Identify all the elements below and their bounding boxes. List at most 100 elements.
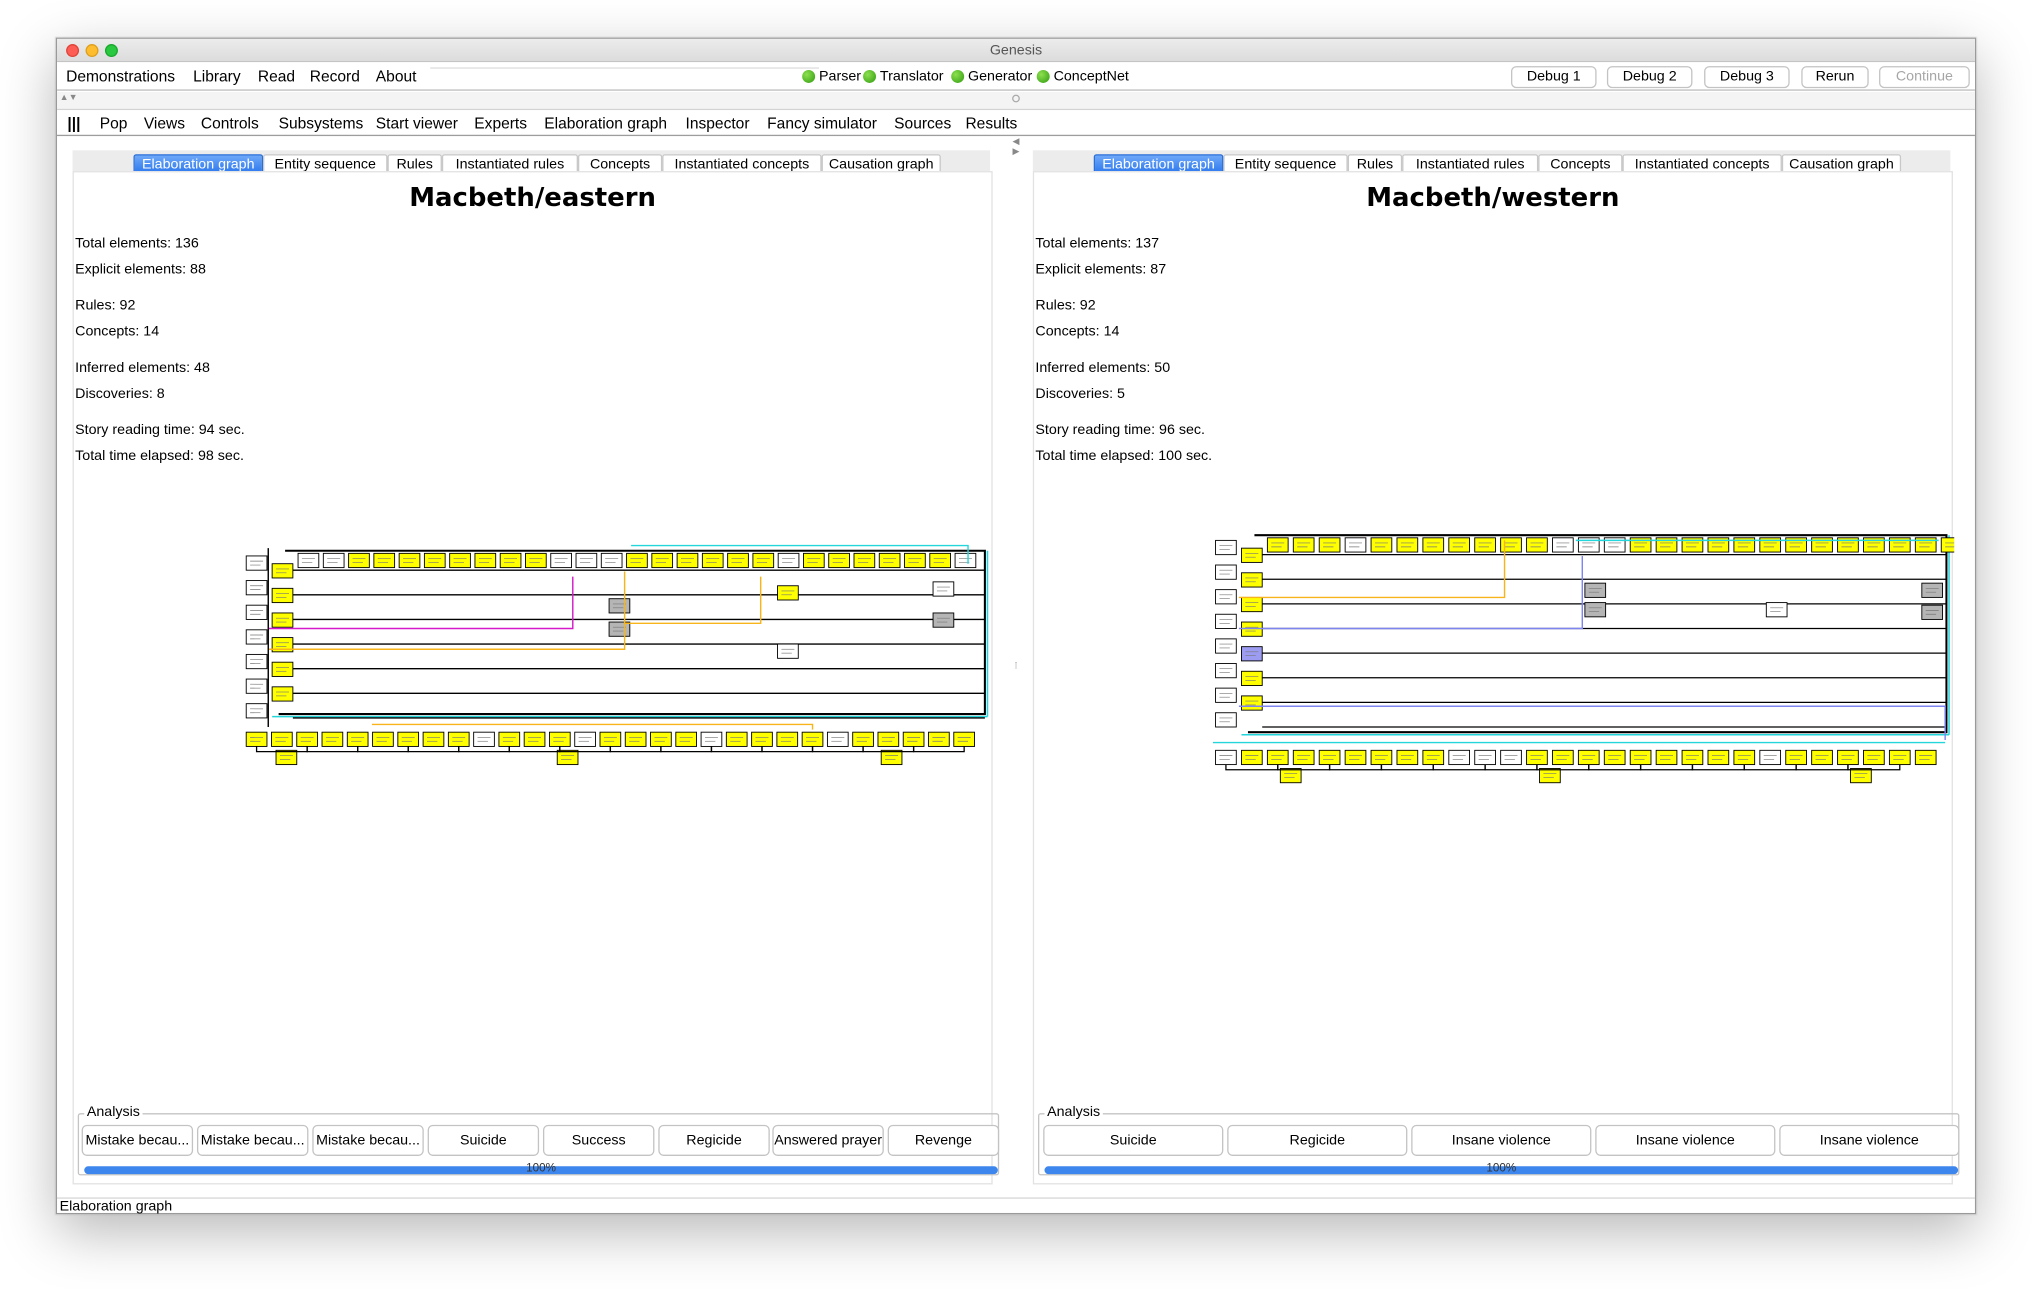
graph-node — [397, 731, 420, 747]
graph-edge — [1639, 764, 1694, 771]
analysis-group: Analysis Mistake becau... Mistake becau.… — [77, 1104, 1000, 1176]
minimize-icon[interactable] — [85, 44, 99, 58]
graph-edge — [912, 746, 965, 753]
graph-node — [523, 731, 546, 747]
graph-node — [1539, 768, 1561, 784]
submenu-controls[interactable]: Controls — [201, 114, 259, 132]
zoom-icon[interactable] — [104, 44, 118, 58]
graph-node — [1888, 749, 1911, 766]
split-divider[interactable]: ▲▼ — [57, 92, 1975, 111]
graph-node — [499, 552, 522, 569]
debug-1-button[interactable]: Debug 1 — [1511, 66, 1597, 89]
menu-read[interactable]: Read — [258, 67, 295, 85]
graph-edge — [1484, 764, 1538, 771]
graph-node — [880, 749, 903, 766]
analysis-button[interactable]: Insane violence — [1411, 1124, 1592, 1156]
graph-node — [245, 731, 268, 747]
analysis-button[interactable]: Regicide — [1227, 1124, 1408, 1156]
graph-edge — [268, 576, 574, 630]
graph-node — [1765, 602, 1788, 618]
menu-about[interactable]: About — [376, 67, 417, 85]
submenu-views[interactable]: Views — [144, 114, 185, 132]
analysis-button[interactable]: Suicide — [1043, 1124, 1224, 1156]
graph-node — [1241, 646, 1263, 662]
graph-node — [1500, 537, 1522, 553]
submenu-inspector[interactable]: Inspector — [686, 114, 750, 132]
graph-node — [1603, 749, 1626, 766]
submenu-results[interactable]: Results — [965, 114, 1017, 132]
submenu-pop[interactable]: Pop — [100, 114, 128, 132]
submenu-fancy-simulator[interactable]: Fancy simulator — [767, 114, 877, 132]
graph-node — [422, 731, 445, 747]
status-conceptnet: ConceptNet — [1036, 69, 1129, 84]
submenu-sources[interactable]: Sources — [894, 114, 951, 132]
menu-demonstrations[interactable]: Demonstrations — [66, 67, 175, 85]
graph-edge — [1795, 764, 1849, 771]
elaboration-graph-view: Macbeth/eastern Total elements: 136 Expl… — [72, 171, 1000, 1185]
graph-node — [1785, 749, 1807, 766]
graph-node — [245, 555, 268, 571]
graph-edge — [458, 746, 510, 753]
graph-node — [322, 552, 345, 569]
drag-handle-icon[interactable]: ||| — [67, 114, 80, 132]
analysis-button[interactable]: Suicide — [427, 1124, 540, 1156]
graph-node — [245, 604, 268, 620]
rerun-button[interactable]: Rerun — [1801, 66, 1869, 89]
debug-3-button[interactable]: Debug 3 — [1704, 66, 1790, 89]
graph-node — [801, 731, 824, 747]
analysis-group: Analysis Suicide Regicide Insane violenc… — [1038, 1104, 1960, 1176]
graph-node — [904, 552, 926, 569]
graph-node — [1279, 768, 1302, 784]
graph-node — [676, 552, 699, 569]
graph-node — [1448, 749, 1471, 766]
graph-node — [853, 552, 876, 569]
graph-node — [1655, 749, 1678, 766]
elaboration-graph[interactable] — [242, 538, 994, 771]
graph-edge — [306, 746, 359, 753]
elaboration-graph[interactable] — [1212, 520, 1955, 792]
graph-node — [1215, 638, 1237, 654]
analysis-button[interactable]: Insane violence — [1595, 1124, 1776, 1156]
submenu-elaboration-graph[interactable]: Elaboration graph — [544, 114, 667, 132]
analysis-button[interactable]: Regicide — [658, 1124, 770, 1156]
graph-node — [1370, 749, 1393, 766]
analysis-button[interactable]: Mistake becau... — [312, 1124, 424, 1156]
menu-library[interactable]: Library — [193, 67, 241, 85]
analysis-button[interactable]: Insane violence — [1779, 1124, 1960, 1156]
graph-edge — [407, 746, 460, 753]
right-panel: Elaboration graph Entity sequence Rules … — [1019, 137, 1960, 1198]
graph-node — [1396, 537, 1419, 553]
graph-node — [650, 731, 672, 747]
status-light-icon — [951, 69, 965, 83]
analysis-button[interactable]: Mistake becau... — [196, 1124, 309, 1156]
graph-node — [1500, 749, 1522, 766]
status-bar: Elaboration graph — [57, 1197, 1975, 1215]
graph-node — [1474, 749, 1496, 766]
graph-node — [474, 552, 497, 569]
submenu-subsystems[interactable]: Subsystems — [279, 114, 364, 132]
submenu-experts[interactable]: Experts — [474, 114, 527, 132]
graph-edge — [710, 746, 763, 753]
graph-node — [271, 731, 293, 747]
graph-node — [826, 731, 849, 747]
graph-node — [1733, 749, 1756, 766]
close-icon[interactable] — [66, 44, 80, 58]
menu-record[interactable]: Record — [310, 67, 360, 85]
analysis-button[interactable]: Mistake becau... — [81, 1124, 194, 1156]
analysis-button[interactable]: Answered prayer — [772, 1124, 884, 1156]
graph-node — [953, 731, 975, 747]
graph-node — [599, 731, 622, 747]
graph-node — [550, 552, 572, 569]
analysis-button[interactable]: Success — [542, 1124, 655, 1156]
progress-text: 100% — [526, 1161, 556, 1175]
debug-2-button[interactable]: Debug 2 — [1606, 66, 1693, 89]
graph-node — [932, 581, 955, 597]
graph-node — [1811, 749, 1833, 766]
continue-button[interactable]: Continue — [1879, 66, 1970, 89]
collapse-arrows-icon[interactable]: ▲▼ — [60, 93, 78, 102]
status-light-icon — [863, 69, 877, 83]
divider-handle-icon[interactable] — [1012, 94, 1020, 103]
stat-concepts: Concepts: 14 — [1035, 323, 1120, 340]
submenu-start-viewer[interactable]: Start viewer — [376, 114, 458, 132]
analysis-button[interactable]: Revenge — [887, 1124, 1000, 1156]
